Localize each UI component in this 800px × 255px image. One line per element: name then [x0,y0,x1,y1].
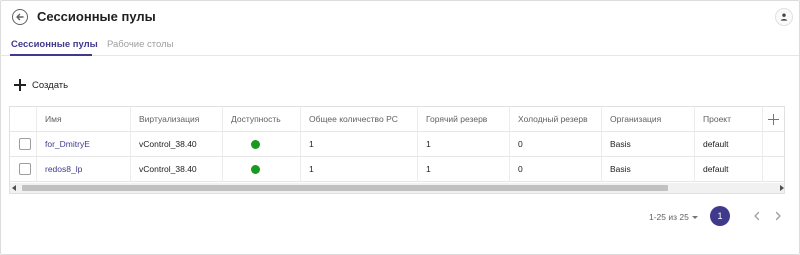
back-arrow-icon [16,13,24,21]
row-checkbox[interactable] [19,138,31,150]
page-title: Сессионные пулы [37,9,156,24]
cell-spacer [763,132,784,156]
column-header-total-pc[interactable]: Общее количество PC [301,107,418,131]
cell-spacer [763,157,784,181]
page-range-label: 1-25 из 25 [649,212,689,222]
cell-availability [223,157,301,181]
cell-project: default [695,157,763,181]
user-menu-button[interactable] [775,8,793,26]
plus-icon [768,113,779,125]
cell-name: redos8_lp [37,157,131,181]
cell-name: for_DmitryE [37,132,131,156]
scroll-left-arrow-icon[interactable] [12,185,16,191]
cell-virtualization: vControl_38.40 [131,157,223,181]
status-online-icon [251,139,260,149]
row-select-cell [10,132,37,156]
header-select-cell [10,107,37,131]
pools-table: Имя Виртуализация Доступность Общее коли… [9,106,785,194]
scroll-right-arrow-icon[interactable] [780,185,784,191]
status-online-icon [251,164,260,174]
cell-availability [223,132,301,156]
cell-cold-reserve: 0 [510,157,602,181]
horizontal-scrollbar[interactable] [10,183,784,193]
chevron-left-icon[interactable] [751,210,763,222]
column-header-organization[interactable]: Организация [602,107,695,131]
active-tab-indicator [10,54,92,56]
column-header-virtualization[interactable]: Виртуализация [131,107,223,131]
add-column-button[interactable] [763,107,784,131]
page-size-selector[interactable]: 1-25 из 25 [649,212,698,222]
tab-bar: Сессионные пулы Рабочие столы [0,33,799,56]
pool-name-link[interactable]: for_DmitryE [45,139,90,149]
caret-down-icon [691,216,698,220]
cell-organization: Basis [602,132,695,156]
table-header: Имя Виртуализация Доступность Общее коли… [10,107,784,132]
scrollbar-thumb[interactable] [22,185,668,191]
row-select-cell [10,157,37,181]
cell-hot-reserve: 1 [418,157,510,181]
cell-organization: Basis [602,157,695,181]
cell-total-pc: 1 [301,157,418,181]
cell-hot-reserve: 1 [418,132,510,156]
cell-virtualization: vControl_38.40 [131,132,223,156]
row-checkbox[interactable] [19,163,31,175]
table-row[interactable]: for_DmitryE vControl_38.40 1 1 0 Basis d… [10,132,784,157]
plus-icon [14,79,26,91]
cell-cold-reserve: 0 [510,132,602,156]
create-button[interactable]: Создать [14,78,68,92]
column-header-cold-reserve[interactable]: Холодный резерв [510,107,602,131]
column-header-hot-reserve[interactable]: Горячий резерв [418,107,510,131]
page-button-current[interactable]: 1 [710,206,730,226]
table-row[interactable]: redos8_lp vControl_38.40 1 1 0 Basis def… [10,157,784,182]
cell-total-pc: 1 [301,132,418,156]
tab-session-pools[interactable]: Сессионные пулы [11,39,98,50]
pool-name-link[interactable]: redos8_lp [45,164,82,174]
column-header-project[interactable]: Проект [695,107,763,131]
cell-project: default [695,132,763,156]
user-icon [780,13,788,21]
column-header-availability[interactable]: Доступность [223,107,301,131]
tab-desktops[interactable]: Рабочие столы [107,39,173,50]
create-button-label: Создать [32,79,69,91]
back-button[interactable] [12,9,28,25]
column-header-name[interactable]: Имя [37,107,131,131]
chevron-right-icon[interactable] [772,210,784,222]
